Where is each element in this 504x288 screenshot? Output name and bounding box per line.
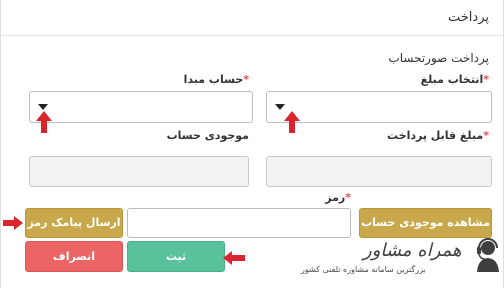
source-account-select[interactable] (29, 91, 253, 123)
arrow-up-icon (284, 111, 300, 133)
payable-amount-label: *مبلغ قابل پرداخت (387, 129, 489, 142)
required-mark: * (243, 73, 249, 86)
source-account-label: *حساب مبدا (184, 73, 249, 86)
password-label-text: رمز (325, 191, 346, 204)
required-mark: * (345, 191, 351, 204)
payment-panel: پرداخت پرداخت صورتحساب *انتخاب مبلغ *حسا… (0, 0, 504, 288)
panel-header: پرداخت (1, 0, 503, 36)
payable-amount-label-text: مبلغ قابل پرداخت (387, 129, 484, 142)
view-balance-button[interactable]: مشاهده موجودی حساب (359, 208, 492, 238)
account-balance-label: موجودی حساب (166, 129, 249, 142)
brand-tagline: بزرگترین سامانه مشاوره تلفنی کشور (301, 265, 426, 274)
amount-select-label-text: انتخاب مبلغ (420, 73, 484, 86)
required-mark: * (483, 129, 489, 142)
required-mark: * (483, 73, 489, 86)
headset-icon (477, 238, 499, 272)
payable-amount-field[interactable] (266, 156, 492, 187)
arrow-up-icon (36, 111, 52, 133)
source-account-label-text: حساب مبدا (183, 73, 244, 86)
account-balance-field[interactable] (29, 156, 249, 187)
arrow-right-icon (3, 216, 23, 230)
password-label: *رمز (325, 191, 351, 204)
send-sms-password-button[interactable]: ارسال پیامک رمز (25, 208, 123, 238)
panel-title: پرداخت (448, 10, 489, 25)
section-title: پرداخت صورتحساب (388, 51, 489, 65)
arrow-left-icon (223, 251, 245, 265)
amount-select-label: *انتخاب مبلغ (421, 73, 489, 86)
cancel-button[interactable]: انصراف (25, 241, 123, 272)
brand-name: همراه مشاور (363, 240, 462, 261)
submit-button[interactable]: ثبت (127, 241, 225, 272)
password-input[interactable] (127, 208, 351, 238)
